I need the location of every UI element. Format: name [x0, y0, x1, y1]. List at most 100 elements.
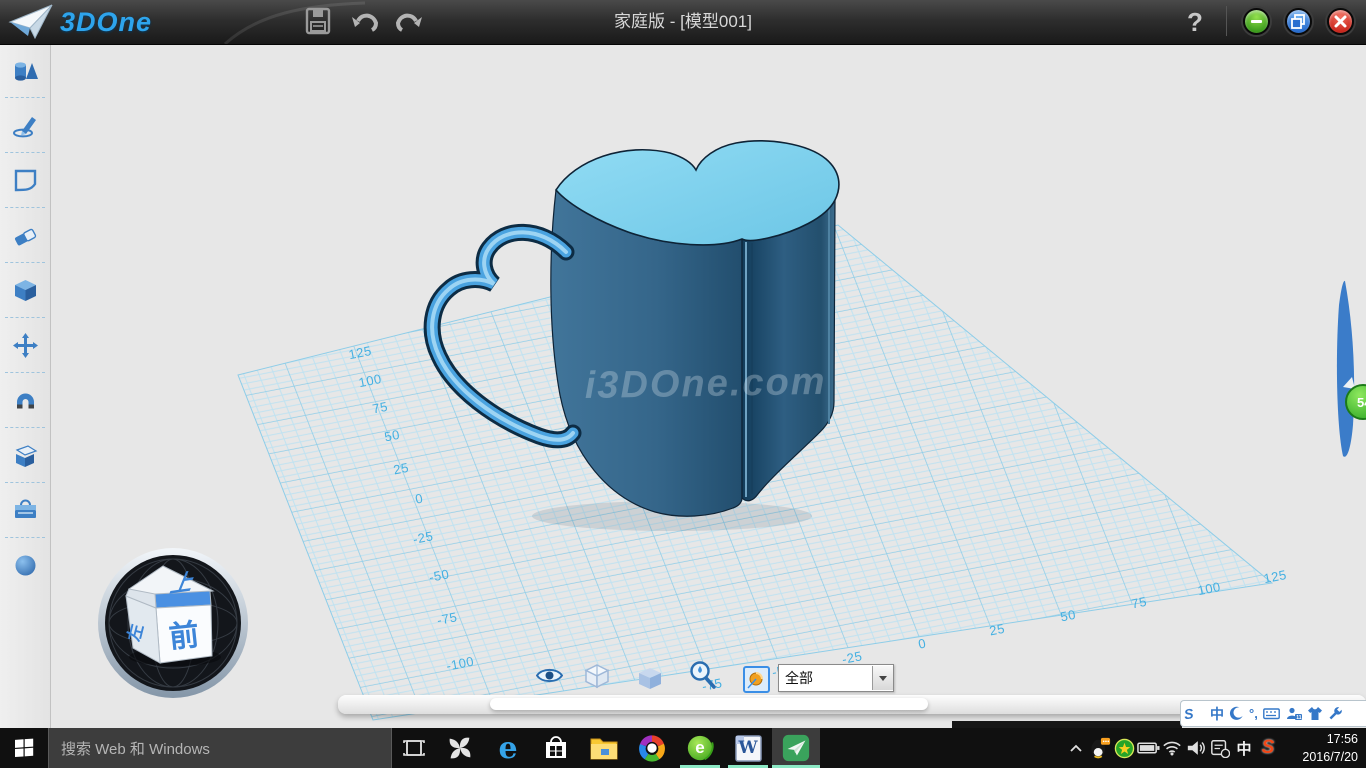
taskbar-app-word[interactable]: W: [724, 728, 772, 768]
sketch-plane-icon: [12, 167, 39, 194]
tray-sogou-icon[interactable]: S: [1256, 728, 1280, 768]
grid-axis-label: 50: [383, 427, 401, 445]
minimize-icon: [1245, 10, 1268, 33]
minimize-button[interactable]: [1243, 8, 1270, 35]
sidebar-separator: [5, 317, 45, 318]
moon-icon: [1229, 706, 1244, 721]
sidebar-separator: [5, 427, 45, 428]
magnifier-icon: [688, 660, 717, 690]
tray-battery-icon[interactable]: [1136, 728, 1160, 768]
sidebar-separator: [5, 207, 45, 208]
display-filter-value: 全部: [779, 668, 872, 688]
window-bottom-strip: [952, 721, 1182, 728]
search-placeholder: 搜索 Web 和 Windows: [61, 738, 210, 759]
3done-taskbar-icon: [781, 733, 811, 763]
wireframe-cube-icon: [584, 663, 610, 689]
tray-ime-mode[interactable]: 中: [1232, 728, 1256, 768]
bottom-shelf-handle[interactable]: [490, 698, 928, 710]
person-icon: 11: [1285, 706, 1302, 722]
restore-icon: [1287, 10, 1310, 33]
grid-axis-label: 100: [1196, 579, 1222, 598]
tool-constraint-magnet[interactable]: [0, 374, 50, 426]
tray-show-hidden-icons[interactable]: [1064, 728, 1088, 768]
sphere-icon: [12, 552, 39, 579]
grid-axis-label: 0: [917, 635, 927, 651]
help-button[interactable]: ?: [1178, 4, 1212, 40]
collapsed-panel-handle[interactable]: [1337, 281, 1354, 457]
right-edge-widget[interactable]: 54: [1337, 281, 1366, 457]
grid-axis-label: 125: [1262, 567, 1288, 586]
taskbar-search-input[interactable]: 搜索 Web 和 Windows: [48, 728, 392, 768]
edge-icon: e: [498, 731, 517, 766]
ime-soft-keyboard-button[interactable]: [1263, 706, 1280, 721]
tool-sketch-edit[interactable]: [0, 154, 50, 206]
system-tray: 中 S 17:56 2016/7/20: [1064, 728, 1366, 768]
close-button[interactable]: [1327, 8, 1354, 35]
visibility-eye-button[interactable]: [536, 666, 563, 688]
display-filter-combobox[interactable]: 全部: [778, 664, 894, 692]
taskbar-app-file-explorer[interactable]: [580, 728, 628, 768]
maximize-restore-button[interactable]: [1285, 8, 1312, 35]
display-filter-dropdown-button[interactable]: [872, 666, 893, 690]
tray-qq-icon[interactable]: [1088, 728, 1112, 768]
primitive-solids-icon: [12, 57, 39, 84]
tool-solid-edit[interactable]: [0, 264, 50, 316]
3d-viewport[interactable]: 1251007550250-25-50-75-100-75-50-2502550…: [0, 0, 1366, 768]
sidebar-separator: [5, 482, 45, 483]
tool-toolbox[interactable]: [0, 484, 50, 536]
zoom-button[interactable]: [688, 660, 717, 693]
tool-move-transform[interactable]: [0, 319, 50, 371]
grid-axis-label: 25: [392, 460, 410, 478]
tray-volume-icon[interactable]: [1184, 728, 1208, 768]
eye-icon: [536, 666, 563, 685]
taskbar-app-360-browser[interactable]: [628, 728, 676, 768]
start-button[interactable]: [0, 728, 48, 768]
task-view-icon: [402, 737, 426, 759]
session-badge-number: 54: [1357, 395, 1366, 410]
close-icon: [1329, 10, 1352, 33]
tray-wifi-icon[interactable]: [1160, 728, 1184, 768]
taskbar-app-green-browser[interactable]: e: [676, 728, 724, 768]
ime-halfmoon-button[interactable]: [1229, 706, 1244, 721]
clock-time: 17:56: [1286, 730, 1358, 748]
ime-skin-badge: 11: [1296, 714, 1302, 720]
view-cube-front-label: 前: [167, 619, 200, 655]
eraser-icon: [12, 222, 39, 249]
tool-primitive-solids[interactable]: [0, 44, 50, 96]
shaded-mode-button[interactable]: [637, 667, 663, 693]
taskbar-clock[interactable]: 17:56 2016/7/20: [1280, 729, 1366, 767]
tool-material-render[interactable]: [0, 539, 50, 591]
sidebar-separator: [5, 97, 45, 98]
taskbar-app-360-safe[interactable]: [436, 728, 484, 768]
sogou-logo-button[interactable]: S: [1183, 702, 1207, 726]
chevron-down-icon: [879, 676, 887, 681]
task-view-button[interactable]: [392, 728, 436, 768]
ime-language-mode-button[interactable]: 中: [1210, 704, 1224, 724]
shirt-icon: [1307, 706, 1323, 721]
penguin-icon: [1089, 737, 1111, 759]
tray-360-icon[interactable]: [1112, 728, 1136, 768]
battery-icon: [1137, 740, 1160, 756]
view-cube[interactable]: 上 前 左: [98, 548, 248, 698]
colorwheel-icon: [637, 733, 667, 763]
wireframe-mode-button[interactable]: [584, 663, 610, 692]
green-e-letter: e: [695, 738, 704, 758]
grid-axis-label: 75: [371, 399, 389, 417]
windows-logo-icon: [13, 737, 35, 759]
tool-sidebar: [0, 44, 51, 728]
tool-eraser[interactable]: [0, 209, 50, 261]
display-filter-button[interactable]: [743, 666, 770, 696]
windows-store-icon: [542, 734, 570, 762]
cube-icon: [12, 277, 39, 304]
ime-skins-button[interactable]: [1307, 706, 1323, 721]
ime-profile-button[interactable]: 11: [1285, 706, 1302, 722]
taskbar-app-store[interactable]: [532, 728, 580, 768]
ime-punctuation-button[interactable]: °,: [1249, 706, 1258, 721]
ime-settings-button[interactable]: [1328, 706, 1343, 721]
taskbar-app-edge[interactable]: e: [484, 728, 532, 768]
tool-sketch[interactable]: [0, 99, 50, 151]
taskbar-app-3done-active[interactable]: [772, 728, 820, 768]
sidebar-separator: [5, 372, 45, 373]
tool-special-features[interactable]: [0, 429, 50, 481]
tray-action-center-icon[interactable]: [1208, 728, 1232, 768]
